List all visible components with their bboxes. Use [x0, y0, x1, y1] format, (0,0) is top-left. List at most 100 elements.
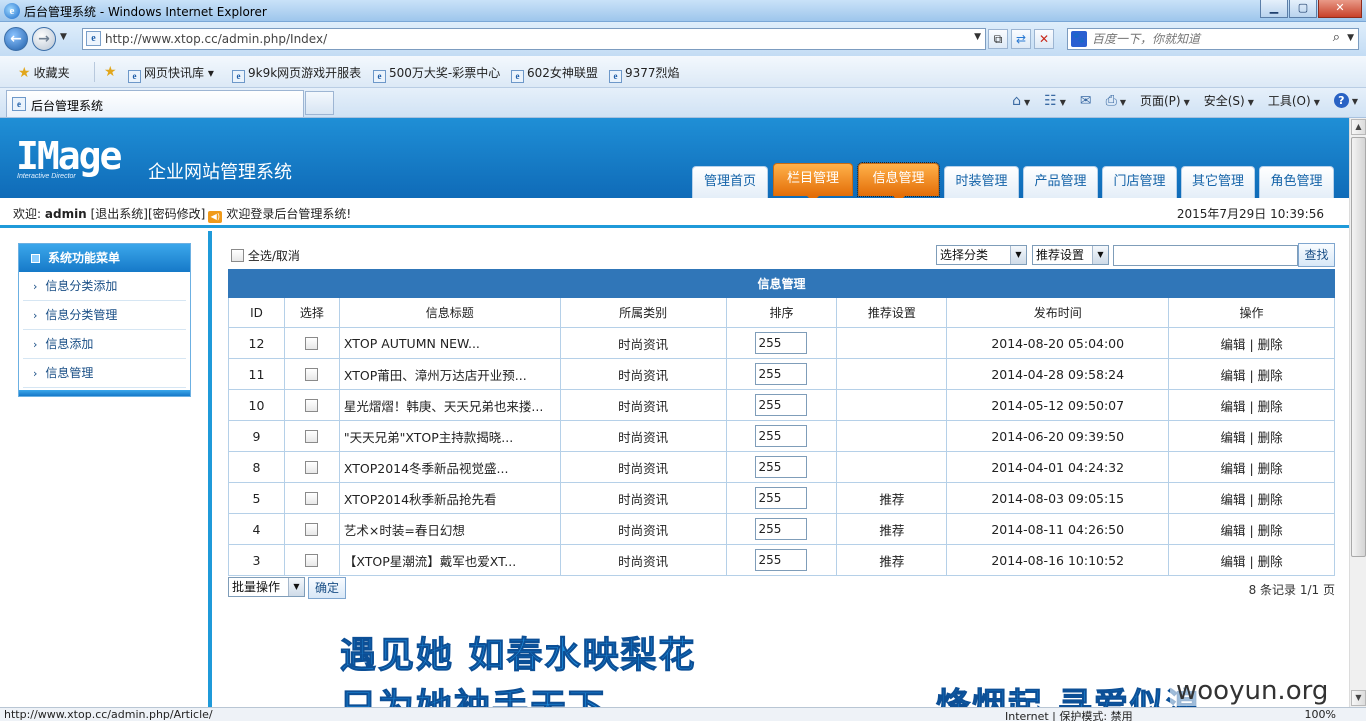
delete-link[interactable]: 删除 [1258, 461, 1283, 476]
browser-tab[interactable]: e 后台管理系统 [6, 90, 304, 117]
row-checkbox[interactable] [305, 429, 319, 443]
edit-link[interactable]: 编辑 [1220, 461, 1245, 476]
confirm-button[interactable]: 确定 [308, 577, 346, 599]
print-button[interactable]: ⎙ ▼ [1106, 93, 1126, 109]
history-dropdown-icon[interactable]: ▼ [60, 32, 67, 42]
address-dropdown-icon[interactable]: ▼ [974, 32, 981, 42]
forward-button[interactable]: → [32, 27, 56, 51]
edit-link[interactable]: 编辑 [1220, 554, 1245, 569]
search-button[interactable]: 查找 [1298, 243, 1335, 267]
row-checkbox[interactable] [305, 553, 319, 567]
welcome-bar: 欢迎: admin [退出系统][密码修改] ◀) 欢迎登录后台管理系统! 2015… [0, 198, 1349, 228]
row-checkbox[interactable] [305, 460, 319, 474]
refresh-icon[interactable]: ⇄ [1011, 29, 1031, 49]
recommend-select[interactable]: 推荐设置 ▼ [1032, 245, 1109, 265]
search-input[interactable] [1092, 30, 1322, 48]
vertical-scrollbar[interactable]: ▲ ▼ [1349, 118, 1366, 707]
sidebar-item-add-info[interactable]: › 信息添加 [23, 330, 186, 359]
scroll-thumb[interactable] [1351, 137, 1366, 557]
zoom-level[interactable]: 100% [1305, 708, 1336, 721]
compatibility-view-icon[interactable]: ⧉ [988, 29, 1008, 49]
close-button[interactable]: ✕ [1318, 0, 1362, 18]
favorites-button[interactable]: ★ 收藏夹 [18, 64, 70, 81]
scroll-down-icon[interactable]: ▼ [1351, 690, 1366, 706]
favorite-link[interactable]: e 602女神联盟 [511, 64, 598, 83]
address-bar[interactable]: e ▼ [82, 28, 986, 50]
order-input[interactable]: 255 [755, 549, 808, 571]
stop-icon[interactable]: ✕ [1034, 29, 1054, 49]
delete-link[interactable]: 删除 [1258, 492, 1283, 507]
tab-info-management[interactable]: 信息管理 [857, 162, 940, 198]
menu-title: 系统功能菜单 [19, 244, 190, 272]
row-checkbox[interactable] [305, 491, 319, 505]
edit-link[interactable]: 编辑 [1220, 337, 1245, 352]
row-checkbox[interactable] [305, 398, 319, 412]
edit-link[interactable]: 编辑 [1220, 399, 1245, 414]
delete-link[interactable]: 删除 [1258, 337, 1283, 352]
feeds-button[interactable]: ☷ ▼ [1044, 93, 1066, 109]
info-table: 信息管理 ID 选择 信息标题 所属类别 排序 推荐设置 发布时间 操作 12 … [228, 269, 1335, 576]
tab-home[interactable]: 管理首页 [692, 166, 768, 198]
order-input[interactable]: 255 [755, 456, 808, 478]
safety-menu[interactable]: 安全(S) ▼ [1204, 92, 1254, 109]
delete-link[interactable]: 删除 [1258, 430, 1283, 445]
page-icon: e [609, 70, 622, 83]
address-input[interactable] [105, 30, 965, 48]
search-icon[interactable]: ⌕ [1333, 30, 1340, 45]
row-checkbox[interactable] [305, 367, 319, 381]
mail-button[interactable]: ✉ [1080, 93, 1092, 109]
batch-select[interactable]: 批量操作 ▼ [228, 577, 305, 597]
table-row: 5 XTOP2014秋季新品抢先看 时尚资讯 255 推荐 2014-08-03… [228, 482, 1335, 514]
order-input[interactable]: 255 [755, 425, 808, 447]
delete-link[interactable]: 删除 [1258, 523, 1283, 538]
change-password-link[interactable]: [密码修改] [148, 207, 205, 221]
search-dropdown-icon[interactable]: ▼ [1347, 33, 1354, 43]
tab-product-management[interactable]: 产品管理 [1023, 166, 1098, 198]
add-favorite-icon[interactable]: ★ [104, 64, 120, 80]
tab-store-management[interactable]: 门店管理 [1102, 166, 1177, 198]
sidebar-item-add-category[interactable]: › 信息分类添加 [23, 272, 186, 301]
logout-link[interactable]: [退出系统] [91, 207, 148, 221]
favorite-link[interactable]: e 9377烈焰 [609, 64, 680, 83]
favorite-link[interactable]: e 9k9k网页游戏开服表 [232, 64, 361, 83]
scroll-up-icon[interactable]: ▲ [1351, 119, 1366, 135]
order-input[interactable]: 255 [755, 518, 808, 540]
delete-link[interactable]: 删除 [1258, 554, 1283, 569]
edit-link[interactable]: 编辑 [1220, 492, 1245, 507]
order-input[interactable]: 255 [755, 332, 808, 354]
minimize-button[interactable]: ▁ [1260, 0, 1288, 18]
favorite-link[interactable]: e 500万大奖-彩票中心 [373, 64, 500, 83]
order-input[interactable]: 255 [755, 394, 808, 416]
favorite-link[interactable]: e 网页快讯库 ▾ [128, 64, 214, 83]
help-button[interactable]: ? ▼ [1333, 93, 1358, 108]
row-checkbox[interactable] [305, 522, 319, 536]
keyword-input[interactable] [1113, 245, 1298, 266]
back-button[interactable]: ← [4, 27, 28, 51]
maximize-button[interactable]: ▢ [1289, 0, 1317, 18]
select-all[interactable]: 全选/取消 [231, 247, 300, 264]
tab-fashion-management[interactable]: 时装管理 [944, 166, 1019, 198]
page-icon: e [86, 31, 101, 46]
new-tab-button[interactable] [305, 91, 334, 115]
delete-link[interactable]: 删除 [1258, 399, 1283, 414]
edit-link[interactable]: 编辑 [1220, 430, 1245, 445]
category-select[interactable]: 选择分类 ▼ [936, 245, 1027, 265]
sidebar-item-manage-info[interactable]: › 信息管理 [23, 359, 186, 388]
tab-role-management[interactable]: 角色管理 [1259, 166, 1334, 198]
order-input[interactable]: 255 [755, 487, 808, 509]
search-box[interactable]: 🐾 ⌕ ▼ [1067, 28, 1359, 50]
table-row: 4 艺术×时装=春日幻想 时尚资讯 255 推荐 2014-08-11 04:2… [228, 513, 1335, 545]
edit-link[interactable]: 编辑 [1220, 368, 1245, 383]
tab-other-management[interactable]: 其它管理 [1181, 166, 1255, 198]
tab-column-management[interactable]: 栏目管理 [773, 163, 853, 198]
edit-link[interactable]: 编辑 [1220, 523, 1245, 538]
select-all-checkbox[interactable] [231, 249, 244, 262]
row-category: 时尚资讯 [559, 544, 727, 576]
tools-menu[interactable]: 工具(O) ▼ [1268, 92, 1320, 109]
row-checkbox[interactable] [305, 336, 319, 350]
order-input[interactable]: 255 [755, 363, 808, 385]
sidebar-item-manage-category[interactable]: › 信息分类管理 [23, 301, 186, 330]
delete-link[interactable]: 删除 [1258, 368, 1283, 383]
home-button[interactable]: ⌂ ▼ [1012, 93, 1030, 109]
page-menu[interactable]: 页面(P) ▼ [1140, 92, 1190, 109]
